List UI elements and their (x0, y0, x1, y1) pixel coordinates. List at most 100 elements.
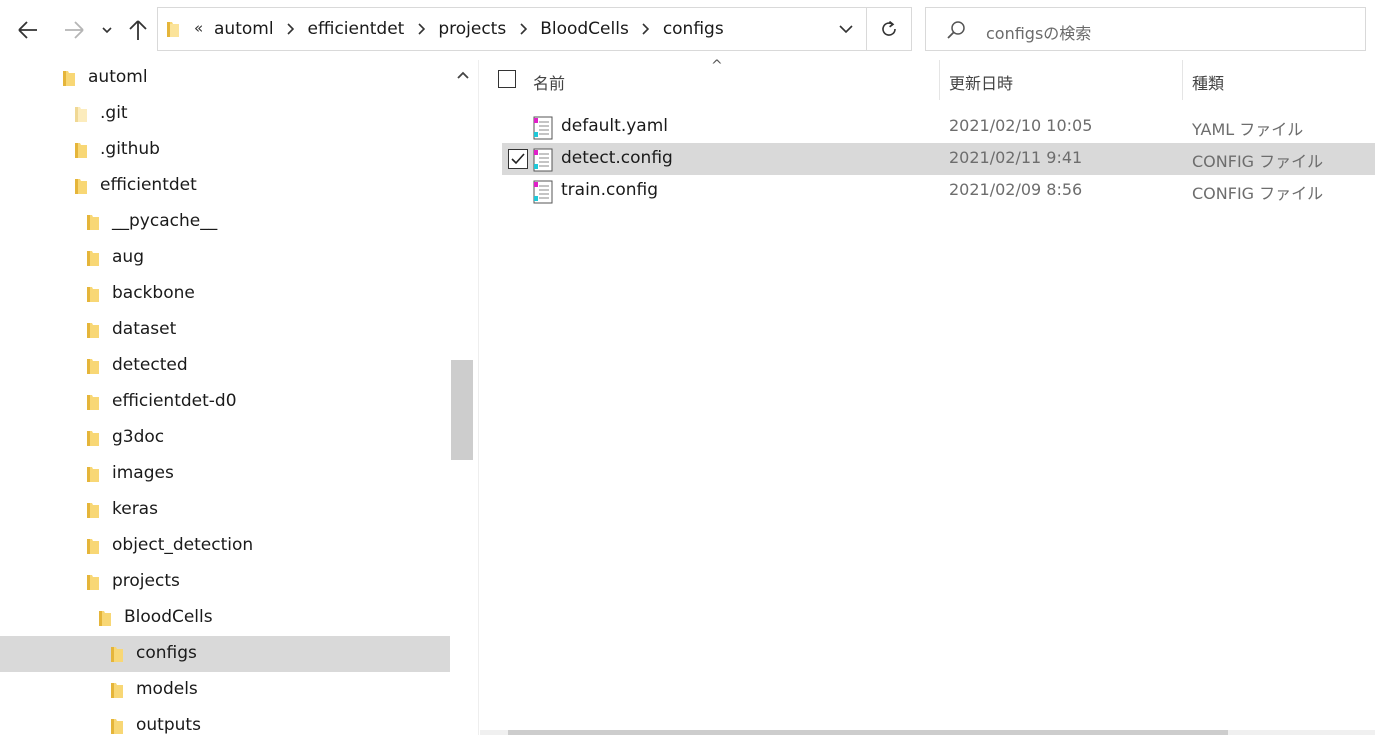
nav-tree-item[interactable]: projects (0, 564, 450, 600)
chevron-down-icon (839, 25, 853, 33)
row-checkbox[interactable] (508, 149, 528, 169)
horizontal-scrollbar[interactable] (480, 730, 1375, 735)
arrow-up-icon (129, 20, 147, 40)
column-header-name[interactable]: 名前 (533, 70, 565, 94)
folder-icon (87, 251, 99, 266)
file-row[interactable]: detect.config 2021/02/11 9:41 CONFIG ファイル (502, 143, 1375, 175)
breadcrumb-bloodcells[interactable]: BloodCells (540, 19, 629, 39)
nav-tree-item[interactable]: __pycache__ (0, 204, 450, 240)
breadcrumb-efficientdet[interactable]: efficientdet (308, 19, 405, 39)
nav-tree-item-label: BloodCells (124, 607, 213, 627)
navigation-pane: automl .git .github efficientdet __pycache__… (0, 60, 450, 735)
nav-tree-item-label: images (112, 463, 174, 483)
nav-tree-item[interactable]: aug (0, 240, 450, 276)
nav-tree-item[interactable]: keras (0, 492, 450, 528)
column-header-modified[interactable]: 更新日時 (949, 70, 1013, 94)
folder-icon (87, 359, 99, 374)
column-separator[interactable] (1182, 60, 1183, 100)
nav-tree-item[interactable]: configs (0, 636, 450, 672)
forward-button[interactable] (60, 10, 88, 50)
nav-tree-item[interactable]: models (0, 672, 450, 708)
nav-tree-item[interactable]: object_detection (0, 528, 450, 564)
nav-tree-item[interactable]: outputs (0, 708, 450, 735)
address-bar[interactable]: « automl efficientdet projects BloodCell… (157, 7, 912, 51)
folder-icon (87, 323, 99, 338)
nav-tree-item[interactable]: automl (0, 60, 450, 96)
nav-tree-item[interactable]: efficientdet (0, 168, 450, 204)
breadcrumb-automl[interactable]: automl (214, 19, 274, 39)
refresh-icon (882, 20, 896, 36)
nav-tree-item[interactable]: detected (0, 348, 450, 384)
folder-icon (87, 395, 99, 410)
nav-tree-item-label: aug (112, 247, 144, 267)
recent-locations-button[interactable] (98, 10, 116, 50)
search-icon (947, 21, 965, 39)
select-all-checkbox[interactable] (498, 70, 516, 88)
nav-tree-item[interactable]: g3doc (0, 420, 450, 456)
file-row[interactable]: train.config 2021/02/09 8:56 CONFIG ファイル (502, 175, 1375, 207)
file-name: default.yaml (561, 116, 668, 136)
nav-tree-item-label: models (136, 679, 198, 699)
folder-icon (87, 215, 99, 230)
column-separator[interactable] (939, 60, 940, 100)
column-header-type[interactable]: 種類 (1192, 70, 1224, 94)
nav-tree-item-label: automl (88, 67, 148, 87)
chevron-right-icon[interactable] (274, 23, 308, 35)
nav-tree-item-label: .git (100, 103, 128, 123)
nav-tree-item[interactable]: images (0, 456, 450, 492)
file-type: YAML ファイル (1192, 120, 1304, 139)
folder-icon (111, 683, 123, 698)
chevron-right-icon[interactable] (629, 23, 663, 35)
nav-tree-item-label: efficientdet (100, 175, 197, 195)
nav-tree-item[interactable]: .github (0, 132, 450, 168)
toolbar: « automl efficientdet projects BloodCell… (0, 0, 1375, 60)
pane-divider[interactable] (478, 60, 479, 735)
nav-tree-item-label: dataset (112, 319, 177, 339)
file-list: ^ 名前 更新日時 種類 default.yaml 2021/02/10 10:0… (480, 58, 1375, 735)
nav-tree-item[interactable]: backbone (0, 276, 450, 312)
breadcrumb: automl efficientdet projects BloodCells … (214, 8, 724, 50)
chevron-right-icon[interactable] (404, 23, 438, 35)
folder-icon (87, 431, 99, 446)
nav-tree-item[interactable]: BloodCells (0, 600, 450, 636)
config-file-icon (533, 148, 553, 172)
file-modified: 2021/02/10 10:05 (949, 116, 1093, 135)
file-type: CONFIG ファイル (1192, 184, 1324, 203)
nav-tree-item-label: outputs (136, 715, 201, 735)
navigation-scrollbar[interactable] (450, 60, 475, 735)
nav-tree-item-label: configs (136, 643, 197, 663)
back-button[interactable] (12, 10, 44, 50)
scroll-up-button[interactable] (450, 60, 475, 90)
breadcrumb-overflow[interactable]: « (194, 19, 203, 37)
file-row[interactable]: default.yaml 2021/02/10 10:05 YAML ファイル (502, 111, 1375, 143)
nav-tree-item-label: detected (112, 355, 188, 375)
search-placeholder[interactable]: configsの検索 (986, 20, 1091, 44)
folder-icon (111, 647, 123, 662)
search-box[interactable]: configsの検索 (925, 7, 1366, 51)
nav-tree-item-label: .github (100, 139, 160, 159)
folder-icon (87, 539, 99, 554)
config-file-icon (533, 180, 553, 204)
nav-tree-item-label: efficientdet-d0 (112, 391, 237, 411)
refresh-button[interactable] (867, 8, 911, 50)
scroll-thumb[interactable] (508, 730, 1228, 735)
nav-tree-item-label: keras (112, 499, 158, 519)
sort-indicator-icon: ^ (711, 58, 723, 74)
breadcrumb-configs[interactable]: configs (663, 19, 724, 39)
column-header-row: ^ 名前 更新日時 種類 (480, 58, 1375, 102)
nav-tree-item-label: backbone (112, 283, 195, 303)
chevron-down-icon (102, 26, 112, 33)
nav-tree-item[interactable]: .git (0, 96, 450, 132)
file-type: CONFIG ファイル (1192, 152, 1324, 171)
arrow-left-icon (18, 21, 37, 39)
arrow-right-icon (65, 21, 84, 39)
breadcrumb-projects[interactable]: projects (438, 19, 506, 39)
nav-tree-item[interactable]: efficientdet-d0 (0, 384, 450, 420)
nav-tree-item[interactable]: dataset (0, 312, 450, 348)
file-name: train.config (561, 180, 658, 200)
up-button[interactable] (126, 10, 150, 50)
address-dropdown-button[interactable] (826, 8, 866, 50)
chevron-right-icon[interactable] (506, 23, 540, 35)
checkmark-icon (511, 153, 525, 165)
scroll-thumb[interactable] (451, 360, 473, 460)
